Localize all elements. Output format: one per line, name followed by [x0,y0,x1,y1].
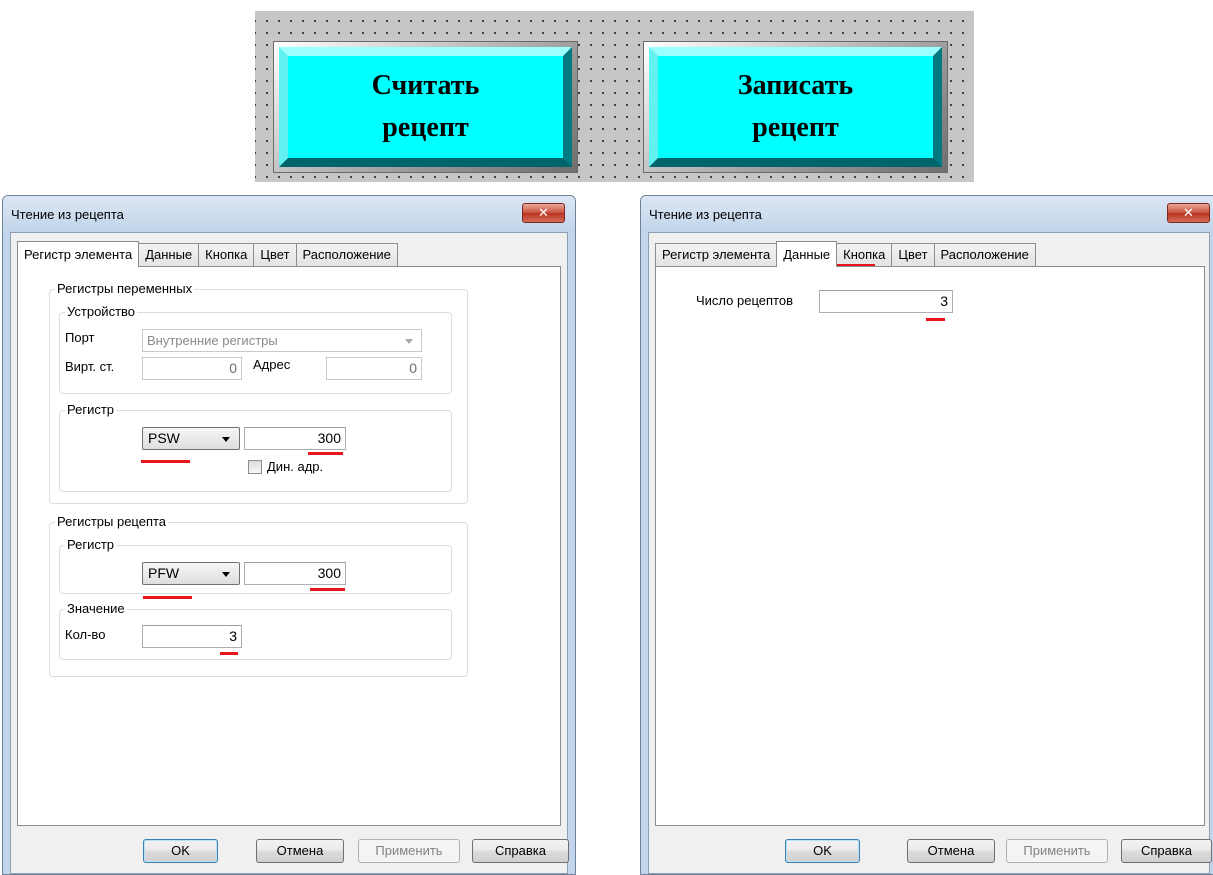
write-recipe-hmi-button[interactable]: Записать рецепт [643,41,948,173]
dyn-address-checkbox[interactable] [248,460,262,474]
recipe-count-input[interactable]: 3 [819,290,953,313]
recipe-read-dialog-element-tab: Чтение из рецепта ✕ Регистр элемента Дан… [2,195,576,875]
tab-data[interactable]: Данные [138,243,200,266]
read-recipe-label: Считать рецепт [371,70,480,143]
dialog-title: Чтение из рецепта [11,207,124,222]
tab-strip: Регистр элемента Данные Кнопка Цвет Расп… [17,241,398,267]
tab-panel: Число рецептов 3 [655,266,1205,826]
highlight-mark [143,596,192,599]
tab-strip: Регистр элемента Данные Кнопка Цвет Расп… [655,241,1036,267]
highlight-mark [141,460,190,463]
register-type-dropdown[interactable]: PSW [142,427,240,450]
chevron-down-icon [222,572,230,577]
tab-color[interactable]: Цвет [891,243,935,266]
recipe-register-type-value: PFW [148,565,180,581]
tab-color[interactable]: Цвет [253,243,297,266]
port-value: Внутренние регистры [147,333,278,348]
count-label: Кол-во [65,627,106,642]
variable-register-group: Регистр PSW 300 Дин. адр. [59,402,452,492]
read-recipe-hmi-button[interactable]: Считать рецепт [273,41,578,173]
recipe-registers-legend: Регистры рецепта [55,514,169,530]
virt-station-input[interactable]: 0 [142,357,242,380]
recipe-count-label: Число рецептов [696,293,793,308]
cancel-button[interactable]: Отмена [256,839,344,863]
chevron-down-icon [222,437,230,442]
recipe-register-address-input[interactable]: 300 [244,562,346,585]
recipe-registers-group: Регистры рецепта Регистр PFW 300 Значени… [49,514,468,677]
virt-station-label: Вирт. ст. [65,359,115,374]
close-icon: ✕ [538,205,549,220]
help-button[interactable]: Справка [1121,839,1212,863]
apply-button[interactable]: Применить [358,839,460,863]
tab-button[interactable]: Кнопка [836,243,893,266]
highlight-mark [220,652,238,655]
ok-button[interactable]: OK [143,839,218,863]
recipe-read-dialog-data-tab: Чтение из рецепта ✕ Регистр элемента Дан… [640,195,1213,875]
variable-registers-group: Регистры переменных Устройство Порт Внут… [49,281,468,504]
highlight-mark [308,452,343,455]
cancel-button[interactable]: Отмена [907,839,995,863]
hmi-design-canvas: Считать рецепт Записать рецепт [255,11,974,182]
dyn-address-label: Дин. адр. [267,459,324,474]
apply-button[interactable]: Применить [1006,839,1108,863]
close-button[interactable]: ✕ [522,203,565,223]
tab-position[interactable]: Расположение [933,243,1036,266]
value-group: Значение Кол-во 3 [59,601,452,660]
register-legend: Регистр [65,537,117,553]
highlight-mark [926,318,945,321]
ok-button[interactable]: OK [785,839,860,863]
tab-panel: Регистры переменных Устройство Порт Внут… [17,266,561,826]
port-combobox[interactable]: Внутренние регистры [142,329,422,352]
register-address-input[interactable]: 300 [244,427,346,450]
tab-position[interactable]: Расположение [295,243,398,266]
tab-button[interactable]: Кнопка [198,243,255,266]
dialog-client-area: Регистр элемента Данные Кнопка Цвет Расп… [10,232,569,874]
help-button[interactable]: Справка [472,839,569,863]
highlight-mark [310,588,345,591]
tab-element-register[interactable]: Регистр элемента [655,243,778,266]
close-icon: ✕ [1183,205,1194,220]
value-legend: Значение [65,601,127,617]
recipe-register-group: Регистр PFW 300 [59,537,452,599]
variable-registers-legend: Регистры переменных [55,281,195,297]
address-label: Адрес [253,357,291,372]
address-input[interactable]: 0 [326,357,422,380]
title-bar: Чтение из рецепта ✕ [3,196,575,232]
write-recipe-label: Записать рецепт [737,70,854,143]
register-legend: Регистр [65,402,117,418]
tab-element-register[interactable]: Регистр элемента [17,241,140,267]
dialog-title: Чтение из рецепта [649,207,762,222]
dialog-client-area: Регистр элемента Данные Кнопка Цвет Расп… [648,232,1212,874]
count-input[interactable]: 3 [142,625,242,648]
device-group: Устройство Порт Внутренние регистры Вирт… [59,304,452,394]
tab-data[interactable]: Данные [776,241,838,267]
close-button[interactable]: ✕ [1167,203,1210,223]
chevron-down-icon [405,339,413,344]
title-bar: Чтение из рецепта ✕ [641,196,1213,232]
device-legend: Устройство [65,304,138,320]
recipe-register-type-dropdown[interactable]: PFW [142,562,240,585]
register-type-value: PSW [148,430,180,446]
port-label: Порт [65,330,95,345]
